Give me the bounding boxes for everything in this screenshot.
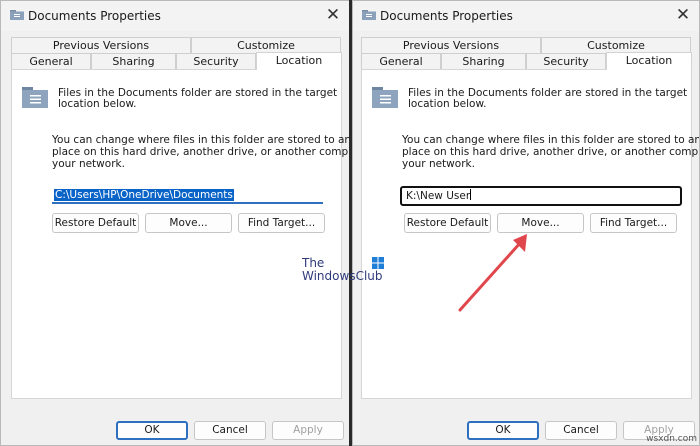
location-description: Files in the Documents folder are stored… xyxy=(58,87,338,110)
tab-customize[interactable]: Customize xyxy=(191,37,341,53)
restore-default-button[interactable]: Restore Default xyxy=(52,213,139,233)
windows-logo-icon xyxy=(372,257,384,269)
folder-icon xyxy=(10,10,24,20)
tab-sharing[interactable]: Sharing xyxy=(91,53,176,69)
title-bar: Documents Properties ✕ xyxy=(1,1,349,31)
apply-button[interactable]: Apply xyxy=(272,421,344,440)
title-bar: Documents Properties ✕ xyxy=(353,1,699,31)
tab-sharing[interactable]: Sharing xyxy=(441,53,526,69)
arrow-icon xyxy=(458,234,527,312)
cancel-button[interactable]: Cancel xyxy=(545,421,617,440)
find-target-button[interactable]: Find Target... xyxy=(590,213,677,233)
tab-location[interactable]: Location xyxy=(256,52,342,70)
ok-button[interactable]: OK xyxy=(116,421,188,440)
folder-icon xyxy=(362,10,376,20)
ok-button[interactable]: OK xyxy=(467,421,539,440)
tab-security[interactable]: Security xyxy=(526,53,606,69)
location-description: Files in the Documents folder are stored… xyxy=(408,87,688,110)
move-instructions: You can change where files in this folde… xyxy=(402,134,700,170)
cancel-button[interactable]: Cancel xyxy=(194,421,266,440)
tab-previous-versions[interactable]: Previous Versions xyxy=(11,37,191,53)
close-icon: ✕ xyxy=(675,5,691,25)
tab-customize[interactable]: Customize xyxy=(541,37,691,53)
credit-text: wsxdn.com xyxy=(646,434,697,444)
path-text: K:\New User xyxy=(406,190,471,202)
location-panel: Files in the Documents folder are stored… xyxy=(11,69,349,399)
tab-location[interactable]: Location xyxy=(606,52,692,70)
dialog-title: Documents Properties xyxy=(28,9,161,23)
properties-dialog-right: Documents Properties ✕ Previous Versions… xyxy=(352,0,700,446)
move-button[interactable]: Move... xyxy=(145,213,232,233)
dialog-title: Documents Properties xyxy=(380,9,513,23)
folder-icon xyxy=(22,87,48,108)
tab-general[interactable]: General xyxy=(11,53,91,69)
close-button[interactable]: ✕ xyxy=(321,4,345,26)
tab-security[interactable]: Security xyxy=(176,53,256,69)
tab-previous-versions[interactable]: Previous Versions xyxy=(361,37,541,53)
location-path-input[interactable]: K:\New User xyxy=(400,186,682,206)
find-target-button[interactable]: Find Target... xyxy=(238,213,325,233)
close-icon: ✕ xyxy=(325,5,341,25)
location-path-input[interactable]: C:\Users\HP\OneDrive\Documents xyxy=(52,188,323,204)
path-text-selected: C:\Users\HP\OneDrive\Documents xyxy=(54,189,234,201)
tab-general[interactable]: General xyxy=(361,53,441,69)
move-instructions: You can change where files in this folde… xyxy=(52,134,350,170)
properties-dialog-left: Documents Properties ✕ Previous Versions… xyxy=(0,0,350,446)
watermark-text: The WindowsClub xyxy=(302,256,383,283)
close-button[interactable]: ✕ xyxy=(671,4,695,26)
text-caret xyxy=(470,189,472,200)
folder-icon xyxy=(372,87,398,108)
